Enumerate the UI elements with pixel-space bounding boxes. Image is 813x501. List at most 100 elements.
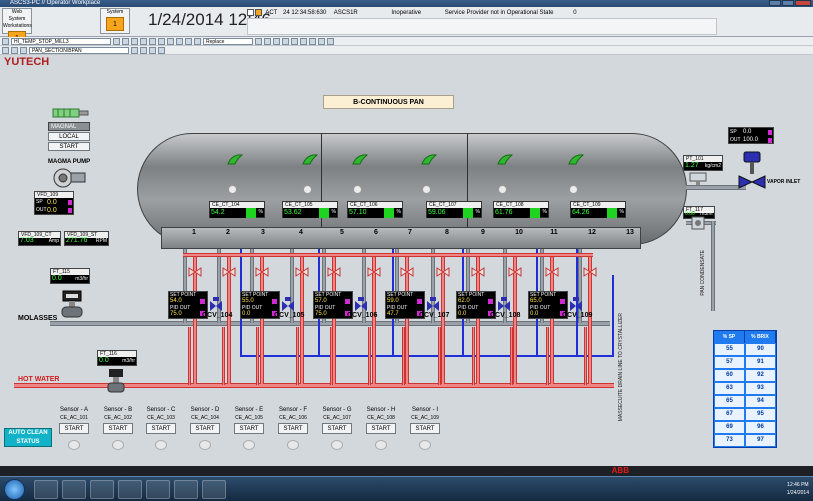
system-indicator[interactable]: System 1 — [100, 8, 130, 34]
app3-taskbar-icon[interactable] — [174, 480, 198, 499]
temp-tag-1[interactable]: CE_CT_104 54.2% — [209, 201, 265, 218]
temp-tag-5[interactable]: CE_CT_108 61.76% — [493, 201, 549, 218]
manual-valve-2-icon[interactable] — [222, 267, 236, 277]
operator-taskbar-icon[interactable] — [118, 480, 142, 499]
sensor-name: Sensor - F — [278, 407, 307, 413]
web-system-indicator[interactable]: Web System Workstations 1 — [2, 8, 32, 45]
info-icon[interactable] — [300, 37, 307, 45]
alarm-icon[interactable] — [167, 37, 174, 45]
alarm-line[interactable]: ACT 24 12:34:58:630 ASCS1R Inoperative S… — [247, 9, 717, 18]
layout-icon[interactable] — [158, 37, 165, 45]
back-icon[interactable] — [113, 37, 120, 45]
pin-icon[interactable] — [131, 46, 138, 54]
flowmeter-115-icon[interactable] — [60, 289, 84, 319]
control-valve-2-icon[interactable] — [282, 297, 294, 311]
sensor-start-button[interactable]: START — [410, 423, 440, 434]
camera-icon[interactable] — [327, 37, 334, 45]
vfd-109-faceplate[interactable]: VFD_109 SP 0.0 OUT 0.0 — [34, 191, 74, 215]
manual-valve-3-icon[interactable] — [255, 267, 269, 277]
manual-valve-6-icon[interactable] — [367, 267, 381, 277]
refresh-icon[interactable] — [282, 37, 289, 45]
control-valve-3-icon[interactable] — [355, 297, 367, 311]
up-icon[interactable] — [131, 37, 138, 45]
control-valve-6-icon[interactable] — [570, 297, 582, 311]
vfd-ct-readout[interactable]: VFD_109_CT 7.03 Amp — [18, 231, 61, 246]
maximize-button[interactable] — [782, 0, 794, 6]
paint-taskbar-icon[interactable] — [202, 480, 226, 499]
ft-115-readout[interactable]: FT_115 0.0 m3/hr — [50, 268, 90, 284]
explorer-taskbar-icon[interactable] — [62, 480, 86, 499]
local-button[interactable]: LOCAL — [48, 132, 90, 141]
sp-brix-row: 73 97 — [714, 434, 776, 447]
search-icon[interactable] — [140, 37, 147, 45]
temp-tag-2[interactable]: CE_CT_105 53.62% — [282, 201, 338, 218]
vapor-inlet-faceplate[interactable]: SP 0.0 OUT 100.0 — [728, 127, 774, 144]
forward-icon[interactable] — [122, 37, 129, 45]
sensor-start-button[interactable]: START — [278, 423, 308, 434]
print-icon[interactable] — [273, 37, 280, 45]
tools-icon[interactable] — [194, 37, 201, 45]
temp-tag-3[interactable]: CE_CT_106 57.10% — [347, 201, 403, 218]
sensor-start-button[interactable]: START — [234, 423, 264, 434]
control-valve-4-icon[interactable] — [427, 297, 439, 311]
sensor-start-button[interactable]: START — [366, 423, 396, 434]
pressure-transmitter-icon[interactable] — [688, 172, 708, 186]
temp-tag-4[interactable]: CE_CT_107 59.06% — [426, 201, 482, 218]
manual-valve-8-icon[interactable] — [436, 267, 450, 277]
magnal-start-button[interactable]: START — [48, 142, 90, 151]
close-button[interactable] — [795, 0, 811, 6]
help-icon[interactable] — [291, 37, 298, 45]
condensate-flowmeter-icon[interactable] — [690, 215, 706, 231]
doc-icon[interactable] — [158, 46, 165, 54]
page-title: B-CONTINUOUS PAN — [323, 95, 454, 109]
event-icon[interactable] — [176, 37, 183, 45]
minimize-button[interactable] — [769, 0, 781, 6]
start-button[interactable] — [4, 479, 25, 500]
home-icon[interactable] — [2, 46, 9, 54]
ie-taskbar-icon[interactable] — [34, 480, 58, 499]
folder-icon[interactable] — [20, 46, 27, 54]
trend-icon[interactable] — [185, 37, 192, 45]
app2-taskbar-icon[interactable] — [146, 480, 170, 499]
manual-valve-10-icon[interactable] — [508, 267, 522, 277]
ft-116-readout[interactable]: FT_116 0.0 m3/hr — [97, 350, 137, 366]
media-taskbar-icon[interactable] — [90, 480, 114, 499]
pt-101-readout[interactable]: PT_101 1.27 kg/cm2 — [683, 155, 723, 171]
sensor-start-button[interactable]: START — [103, 423, 133, 434]
copy-icon[interactable] — [149, 46, 156, 54]
object-select[interactable]: HI_TEMP_STOP_MILL3 — [11, 37, 111, 45]
manual-valve-1-icon[interactable] — [188, 267, 202, 277]
grid-icon[interactable] — [149, 37, 156, 45]
vfd-st-readout[interactable]: VFD_109_ST 271.76 RPM — [64, 231, 109, 246]
window-icon[interactable] — [309, 37, 316, 45]
ft-116-unit: m3/hr — [122, 358, 135, 364]
system-tray-clock[interactable]: 12:46 PM 1/24/2014 — [787, 481, 809, 497]
sensor-start-button[interactable]: START — [322, 423, 352, 434]
section-select[interactable]: PAN_SECTION\BPAN — [29, 46, 129, 54]
alarm-ack-box[interactable] — [247, 9, 254, 16]
sensor-start-button[interactable]: START — [59, 423, 89, 434]
manual-valve-5-icon[interactable] — [327, 267, 341, 277]
sensor-start-button[interactable]: START — [190, 423, 220, 434]
flowmeter-116-icon[interactable] — [106, 367, 126, 393]
vapor-control-valve-icon[interactable] — [735, 150, 769, 194]
alarm-list-area[interactable] — [247, 18, 717, 35]
sensor-start-button[interactable]: START — [146, 423, 176, 434]
manual-valve-9-icon[interactable] — [471, 267, 485, 277]
tile-icon[interactable] — [318, 37, 325, 45]
mode-select[interactable]: Replace — [203, 37, 253, 45]
star-icon[interactable] — [264, 37, 271, 45]
temp-tag-6[interactable]: CE_CT_109 64.26% — [570, 201, 626, 218]
magma-pump-icon[interactable] — [52, 167, 86, 189]
manual-valve-12-icon[interactable] — [583, 267, 597, 277]
manual-valve-4-icon[interactable] — [295, 267, 309, 277]
control-valve-5-icon[interactable] — [498, 297, 510, 311]
sensor-tag: CE_AC_107 — [323, 415, 351, 421]
stop-icon[interactable] — [11, 46, 18, 54]
link-icon[interactable] — [140, 46, 147, 54]
control-valve-1-icon[interactable] — [210, 297, 222, 311]
save-icon[interactable] — [255, 37, 262, 45]
manual-valve-11-icon[interactable] — [545, 267, 559, 277]
nav-icon[interactable] — [2, 37, 9, 45]
manual-valve-7-icon[interactable] — [400, 267, 414, 277]
